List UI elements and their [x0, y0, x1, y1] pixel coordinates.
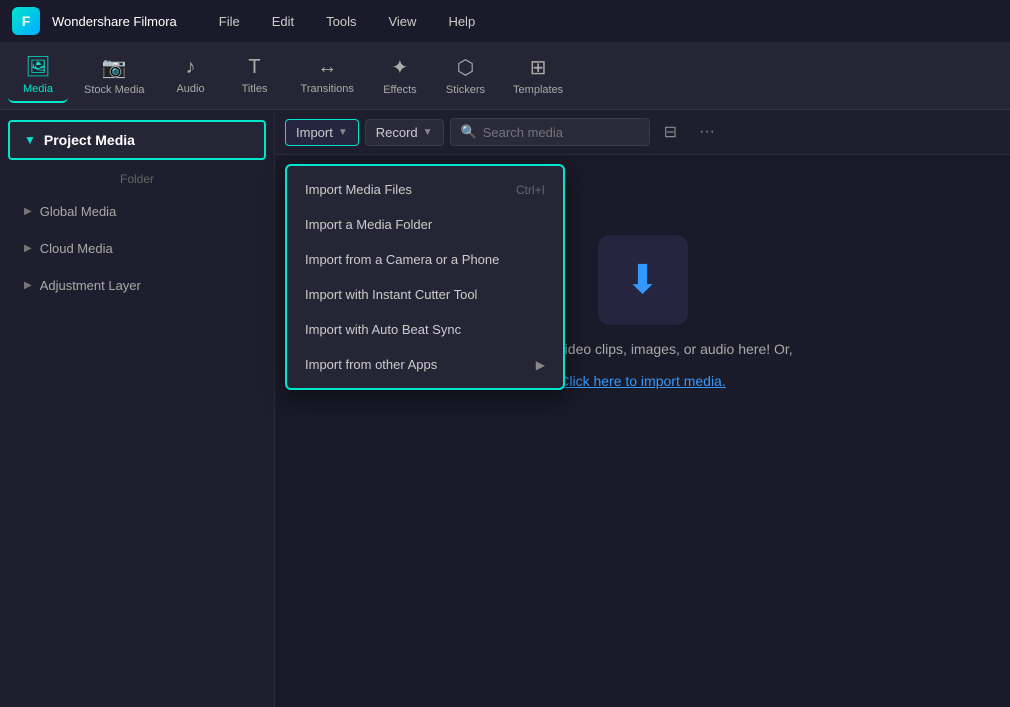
- search-box[interactable]: 🔍: [450, 118, 650, 146]
- import-instant-cutter-item[interactable]: Import with Instant Cutter Tool: [287, 277, 563, 312]
- effects-icon: ✦: [392, 55, 409, 80]
- toolbar-stock-media[interactable]: 📷 Stock Media: [72, 49, 157, 102]
- record-label: Record: [376, 125, 418, 140]
- titles-icon: T: [248, 56, 260, 79]
- toolbar-audio[interactable]: ♪ Audio: [161, 50, 221, 101]
- toolbar-transitions[interactable]: ↔ Transitions: [289, 50, 366, 101]
- sidebar-item-global-media[interactable]: ▶ Global Media: [6, 194, 268, 229]
- toolbar-titles[interactable]: T Titles: [225, 50, 285, 101]
- record-button[interactable]: Record ▼: [365, 119, 444, 146]
- record-chevron-icon: ▼: [423, 127, 433, 138]
- toolbar-stickers[interactable]: ⬡ Stickers: [434, 49, 497, 102]
- media-label: Media: [23, 83, 53, 95]
- audio-label: Audio: [176, 83, 204, 95]
- cloud-media-arrow: ▶: [24, 243, 32, 254]
- filter-button[interactable]: ⊟: [656, 118, 685, 146]
- media-icon: 🖼: [25, 54, 50, 79]
- stock-media-icon: 📷: [102, 55, 127, 80]
- toolbar: 🖼 Media 📷 Stock Media ♪ Audio T Titles ↔…: [0, 42, 1010, 110]
- adjustment-layer-label: Adjustment Layer: [40, 278, 141, 293]
- menu-tools[interactable]: Tools: [316, 10, 366, 33]
- toolbar-templates[interactable]: ⊞ Templates: [501, 49, 575, 102]
- global-media-label: Global Media: [40, 204, 117, 219]
- import-download-icon: ⬇: [626, 257, 660, 303]
- toolbar-effects[interactable]: ✦ Effects: [370, 49, 430, 102]
- import-dropdown-menu: Import Media Files Ctrl+I Import a Media…: [285, 164, 565, 390]
- project-media-arrow: ▼: [24, 133, 36, 147]
- import-camera-phone-label: Import from a Camera or a Phone: [305, 252, 499, 267]
- content-toolbar: Import ▼ Record ▼ 🔍 ⊟ ···: [275, 110, 1010, 155]
- import-auto-beat-sync-label: Import with Auto Beat Sync: [305, 322, 461, 337]
- project-media-header[interactable]: ▼ Project Media: [8, 120, 266, 160]
- app-name: Wondershare Filmora: [52, 14, 177, 29]
- import-instant-cutter-label: Import with Instant Cutter Tool: [305, 287, 477, 302]
- search-input[interactable]: [483, 125, 639, 140]
- import-media-folder-item[interactable]: Import a Media Folder: [287, 207, 563, 242]
- transitions-icon: ↔: [317, 56, 337, 79]
- audio-icon: ♪: [186, 56, 196, 79]
- menu-file[interactable]: File: [209, 10, 250, 33]
- stickers-icon: ⬡: [457, 55, 474, 80]
- sidebar: ▼ Project Media Folder ▶ Global Media ▶ …: [0, 110, 275, 707]
- effects-label: Effects: [383, 84, 416, 96]
- adjustment-layer-arrow: ▶: [24, 280, 32, 291]
- import-camera-phone-item[interactable]: Import from a Camera or a Phone: [287, 242, 563, 277]
- content-area: Import ▼ Record ▼ 🔍 ⊟ ··· Import Media F…: [275, 110, 1010, 707]
- templates-label: Templates: [513, 84, 563, 96]
- titles-label: Titles: [242, 83, 268, 95]
- import-media-files-shortcut: Ctrl+I: [516, 183, 545, 197]
- import-other-apps-arrow-icon: ▶: [536, 358, 545, 372]
- menu-edit[interactable]: Edit: [262, 10, 304, 33]
- import-icon-box: ⬇: [598, 235, 688, 325]
- import-chevron-icon: ▼: [338, 127, 348, 138]
- templates-icon: ⊞: [530, 55, 547, 80]
- global-media-arrow: ▶: [24, 206, 32, 217]
- sidebar-item-adjustment-layer[interactable]: ▶ Adjustment Layer: [6, 268, 268, 303]
- menu-help[interactable]: Help: [438, 10, 485, 33]
- import-auto-beat-sync-item[interactable]: Import with Auto Beat Sync: [287, 312, 563, 347]
- cloud-media-label: Cloud Media: [40, 241, 113, 256]
- folder-divider: Folder: [0, 166, 274, 192]
- sidebar-item-cloud-media[interactable]: ▶ Cloud Media: [6, 231, 268, 266]
- import-media-files-label: Import Media Files: [305, 182, 412, 197]
- import-button[interactable]: Import ▼: [285, 119, 359, 146]
- stock-media-label: Stock Media: [84, 84, 145, 96]
- project-media-title: Project Media: [44, 132, 135, 148]
- menu-view[interactable]: View: [378, 10, 426, 33]
- titlebar: F Wondershare Filmora File Edit Tools Vi…: [0, 0, 1010, 42]
- search-icon: 🔍: [461, 124, 477, 140]
- import-media-files-item[interactable]: Import Media Files Ctrl+I: [287, 172, 563, 207]
- import-other-apps-label: Import from other Apps: [305, 357, 437, 372]
- import-other-apps-item[interactable]: Import from other Apps ▶: [287, 347, 563, 382]
- import-media-folder-label: Import a Media Folder: [305, 217, 432, 232]
- stickers-label: Stickers: [446, 84, 485, 96]
- more-options-button[interactable]: ···: [691, 119, 723, 145]
- transitions-label: Transitions: [301, 83, 354, 95]
- app-logo: F: [12, 7, 40, 35]
- import-link[interactable]: Click here to import media.: [559, 373, 726, 389]
- import-label: Import: [296, 125, 333, 140]
- main-area: ▼ Project Media Folder ▶ Global Media ▶ …: [0, 110, 1010, 707]
- toolbar-media[interactable]: 🖼 Media: [8, 48, 68, 103]
